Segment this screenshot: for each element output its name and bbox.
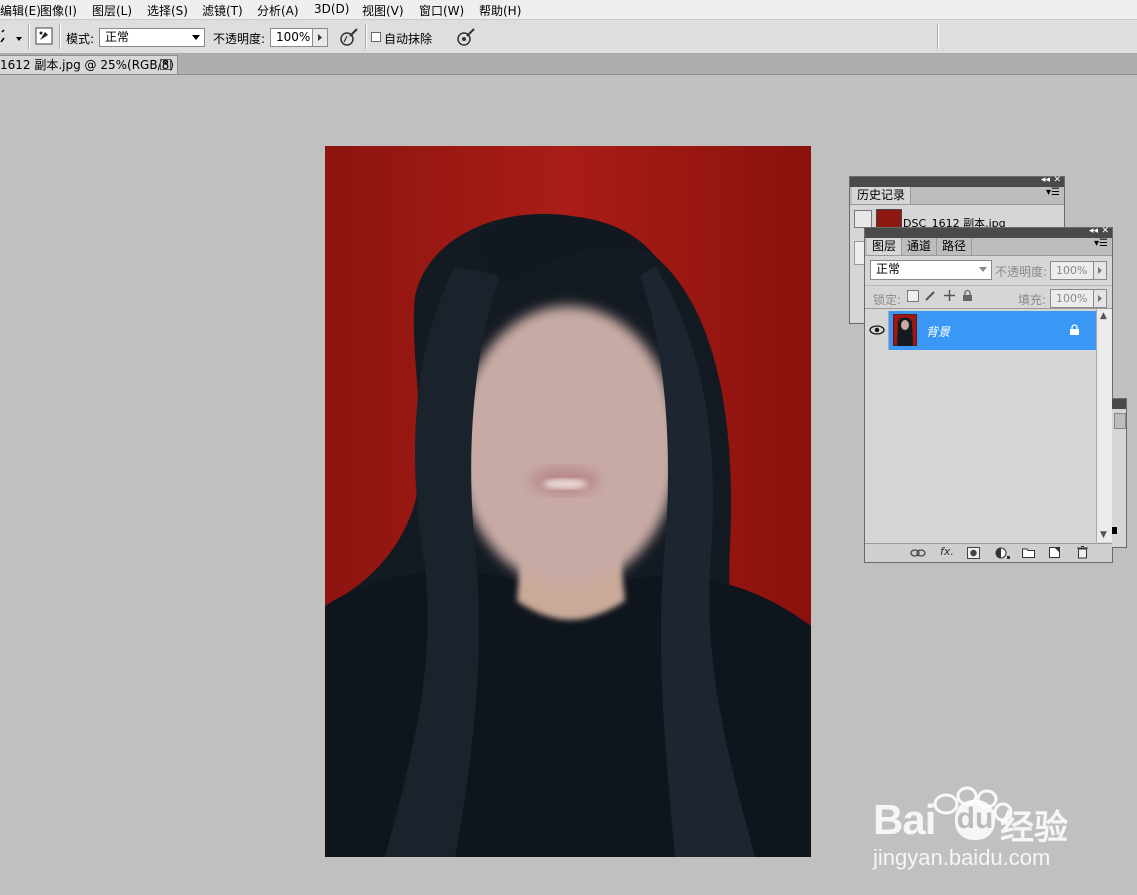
brush-preset-icon[interactable] <box>35 27 53 45</box>
history-panel-titlebar[interactable]: ◂◂ ✕ <box>850 175 1064 187</box>
opacity-slider-button[interactable] <box>312 28 328 47</box>
history-brush-source-icon[interactable] <box>854 210 872 228</box>
chevron-up-icon[interactable]: ▲ <box>1100 311 1107 321</box>
layer-list: 背景 <box>865 309 1096 542</box>
menu-3d[interactable]: 3D(D) <box>314 2 349 16</box>
panel-menu-icon[interactable]: ▾☰ <box>1046 187 1060 198</box>
options-bar: 模式: 正常 不透明度: 100% 自动抹除 <box>0 20 1137 54</box>
chevron-right-icon <box>1098 267 1102 274</box>
menu-image[interactable]: 图像(I) <box>40 2 77 19</box>
history-panel-tabs: 历史记录 ▾☰ <box>850 187 1064 205</box>
fill-value: 100% <box>1056 292 1088 305</box>
layers-panel-tabs: 图层 通道 路径 ▾☰ <box>865 238 1112 256</box>
lock-transparent-pixels-icon[interactable] <box>907 290 919 302</box>
layer-opacity-input[interactable]: 100% <box>1050 261 1098 280</box>
opacity-label: 不透明度: <box>213 32 266 46</box>
menu-layer[interactable]: 图层(L) <box>92 2 132 19</box>
layers-bottom-toolbar: fx. <box>865 543 1112 562</box>
tab-history[interactable]: 历史记录 <box>852 187 912 204</box>
fill-label: 填充: <box>1018 293 1047 307</box>
close-icon[interactable]: ✕ <box>160 59 171 70</box>
trash-icon[interactable] <box>1077 546 1088 559</box>
fill-slider-button[interactable] <box>1093 289 1107 308</box>
layer-row-background[interactable]: 背景 <box>865 311 1096 350</box>
collapsed-panel-edge[interactable] <box>1112 398 1127 548</box>
layer-list-scrollbar[interactable]: ▲ ▼ <box>1096 309 1112 542</box>
airbrush-icon[interactable] <box>338 26 360 48</box>
layers-panel-titlebar[interactable]: ◂◂ ✕ <box>865 226 1112 238</box>
tab-channels[interactable]: 通道 <box>902 238 938 255</box>
new-group-icon[interactable] <box>1022 547 1035 558</box>
tab-layers[interactable]: 图层 <box>867 238 903 255</box>
close-icon[interactable]: ✕ <box>1053 175 1061 185</box>
chevron-down-icon <box>192 35 200 40</box>
layers-panel: ◂◂ ✕ 图层 通道 路径 ▾☰ 正常 不透明度: 100% 锁定: 填充: 1… <box>864 226 1113 563</box>
mode-select[interactable]: 正常 <box>99 28 205 47</box>
close-icon[interactable]: ✕ <box>1101 226 1109 236</box>
chevron-right-icon <box>318 34 322 41</box>
document-tab[interactable]: 1612 副本.jpg @ 25%(RGB/8) ✕ <box>0 55 178 74</box>
watermark-brand-du: du <box>955 800 995 840</box>
document-canvas[interactable] <box>325 146 811 857</box>
menu-analysis[interactable]: 分析(A) <box>257 2 299 19</box>
layer-row-selected <box>889 311 1096 350</box>
menu-window[interactable]: 窗口(W) <box>419 2 464 19</box>
menu-edit[interactable]: 编辑(E) <box>0 2 41 19</box>
panel-menu-icon[interactable]: ▾☰ <box>1094 238 1108 249</box>
layer-visibility-toggle[interactable] <box>866 311 889 350</box>
collapse-icon[interactable]: ◂◂ <box>1041 175 1050 185</box>
document-tab-title: 1612 副本.jpg @ 25%(RGB/8) <box>0 58 174 72</box>
fx-icon[interactable]: fx. <box>940 545 954 558</box>
document-tab-bar: 1612 副本.jpg @ 25%(RGB/8) ✕ <box>0 54 1137 75</box>
layer-opacity-slider-button[interactable] <box>1093 261 1107 280</box>
menu-bar: 编辑(E) 图像(I) 图层(L) 选择(S) 滤镜(T) 分析(A) 3D(D… <box>0 0 1137 20</box>
mode-select-value: 正常 <box>105 30 130 44</box>
pressure-size-icon[interactable] <box>455 26 477 48</box>
menu-help[interactable]: 帮助(H) <box>479 2 521 19</box>
link-layers-icon[interactable] <box>909 547 927 559</box>
opacity-value: 100% <box>276 30 311 44</box>
chevron-down-icon <box>979 267 987 272</box>
eye-icon <box>869 325 885 335</box>
blend-mode-value: 正常 <box>876 262 901 276</box>
menu-select[interactable]: 选择(S) <box>147 2 188 19</box>
layer-opacity-value: 100% <box>1056 264 1088 277</box>
layer-opacity-label: 不透明度: <box>995 265 1048 279</box>
fill-input[interactable]: 100% <box>1050 289 1098 308</box>
new-layer-icon[interactable] <box>1049 547 1060 558</box>
chevron-down-icon[interactable]: ▼ <box>1100 530 1107 540</box>
menu-filter[interactable]: 滤镜(T) <box>202 2 243 19</box>
lock-label: 锁定: <box>873 293 902 307</box>
lock-icon <box>1070 324 1079 335</box>
mode-label: 模式: <box>66 32 95 46</box>
watermark-url: jingyan.baidu.com <box>873 845 1051 870</box>
lock-image-pixels-icon[interactable] <box>924 289 937 302</box>
watermark-brand-jingyan: 经验 <box>1000 808 1068 848</box>
layer-name[interactable]: 背景 <box>926 323 950 340</box>
portrait-image <box>325 146 811 857</box>
layer-thumbnail <box>893 314 917 346</box>
collapse-icon[interactable]: ◂◂ <box>1089 226 1098 236</box>
watermark-brand-bai: Bai <box>873 796 936 843</box>
blend-mode-select[interactable]: 正常 <box>870 260 992 280</box>
auto-erase-checkbox[interactable] <box>371 32 381 42</box>
lock-position-icon[interactable] <box>943 289 956 302</box>
chevron-right-icon <box>1098 295 1102 302</box>
auto-erase-label: 自动抹除 <box>384 32 433 46</box>
add-mask-icon[interactable] <box>967 547 980 559</box>
menu-view[interactable]: 视图(V) <box>362 2 404 19</box>
opacity-input[interactable]: 100% <box>270 28 313 47</box>
tab-paths[interactable]: 路径 <box>937 238 973 255</box>
lock-all-icon[interactable] <box>961 289 974 302</box>
baidu-jingyan-watermark: Bai du 经验 jingyan.baidu.com <box>870 770 1130 880</box>
tool-preset-picker-icon[interactable] <box>0 28 24 46</box>
adjustment-layer-icon[interactable] <box>995 546 1011 560</box>
